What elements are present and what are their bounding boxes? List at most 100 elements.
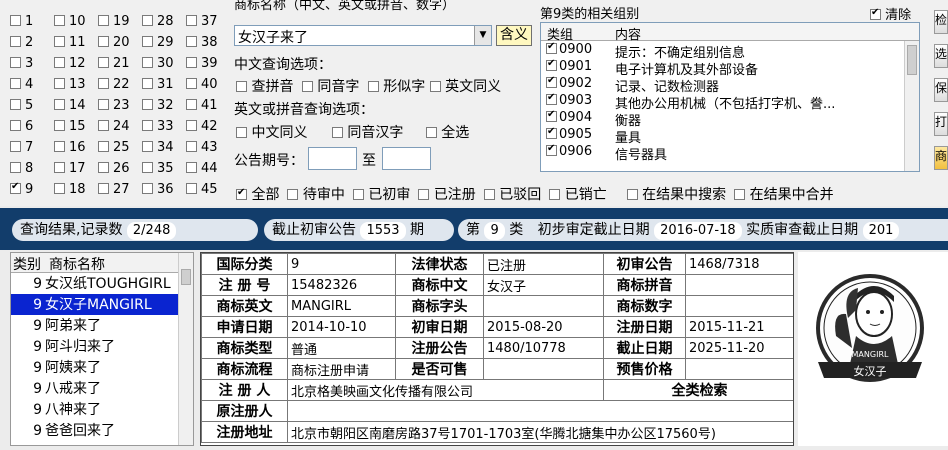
- class-checkbox-23[interactable]: 23: [98, 98, 140, 119]
- issue-from-input[interactable]: [308, 147, 357, 170]
- checkbox[interactable]: [546, 109, 557, 122]
- class-checkbox-40[interactable]: 40: [186, 77, 228, 98]
- checkbox[interactable]: [10, 36, 21, 47]
- class-checkbox-31[interactable]: 31: [142, 77, 184, 98]
- side-button-4[interactable]: 打: [934, 112, 948, 136]
- checkbox[interactable]: [54, 36, 65, 47]
- group-row[interactable]: 0902记录、记数检测器: [541, 75, 719, 95]
- class-checkbox-37[interactable]: 37: [186, 14, 228, 35]
- checkbox[interactable]: [287, 188, 299, 200]
- checkbox[interactable]: [186, 120, 197, 131]
- list-item[interactable]: 9 女汉纸TOUGHGIRL: [11, 273, 179, 294]
- class-checkbox-3[interactable]: 3: [10, 56, 52, 77]
- group-row[interactable]: 0901电子计算机及其外部设备: [541, 58, 758, 78]
- checkbox[interactable]: [142, 99, 153, 110]
- checkbox[interactable]: [10, 141, 21, 152]
- side-button-2[interactable]: 选: [934, 44, 948, 68]
- class-checkbox-5[interactable]: 5: [10, 98, 52, 119]
- list-item[interactable]: 9 女汉子MANGIRL: [11, 294, 179, 315]
- checkbox[interactable]: [352, 188, 364, 200]
- checkbox[interactable]: [546, 143, 557, 156]
- class-checkbox-45[interactable]: 45: [186, 182, 228, 203]
- class-checkbox-13[interactable]: 13: [54, 77, 96, 98]
- class-checkbox-18[interactable]: 18: [54, 182, 96, 203]
- class-checkbox-25[interactable]: 25: [98, 140, 140, 161]
- checkbox[interactable]: [54, 57, 65, 68]
- class-checkbox-11[interactable]: 11: [54, 35, 96, 56]
- status-filter[interactable]: 已驳回: [483, 187, 541, 203]
- class-checkbox-36[interactable]: 36: [142, 182, 184, 203]
- status-filter[interactable]: 已销亡: [549, 187, 607, 203]
- class-checkbox-39[interactable]: 39: [186, 56, 228, 77]
- checkbox[interactable]: [54, 120, 65, 131]
- class-checkbox-35[interactable]: 35: [142, 161, 184, 182]
- class-checkbox-44[interactable]: 44: [186, 161, 228, 182]
- class-checkbox-43[interactable]: 43: [186, 140, 228, 161]
- checkbox[interactable]: [186, 183, 197, 194]
- class-checkbox-26[interactable]: 26: [98, 161, 140, 182]
- result-scrollbar[interactable]: [178, 253, 193, 445]
- class-checkbox-4[interactable]: 4: [10, 77, 52, 98]
- checkbox[interactable]: [418, 188, 430, 200]
- checkbox[interactable]: [236, 187, 247, 200]
- en-option-cn-synonym[interactable]: 中文同义: [236, 125, 307, 141]
- checkbox[interactable]: [549, 188, 561, 200]
- class-checkbox-33[interactable]: 33: [142, 119, 184, 140]
- class-checkbox-38[interactable]: 38: [186, 35, 228, 56]
- checkbox[interactable]: [186, 78, 197, 89]
- class-checkbox-22[interactable]: 22: [98, 77, 140, 98]
- checkbox[interactable]: [142, 15, 153, 26]
- checkbox[interactable]: [142, 78, 153, 89]
- group-row[interactable]: 0904衡器: [541, 109, 641, 129]
- group-row[interactable]: 0900提示：不确定组别信息: [541, 41, 745, 61]
- list-item[interactable]: 9 阿姨来了: [11, 357, 179, 378]
- checkbox[interactable]: [483, 188, 495, 200]
- checkbox[interactable]: [546, 126, 557, 139]
- checkbox[interactable]: [54, 99, 65, 110]
- status-filter[interactable]: 已注册: [418, 187, 476, 203]
- group-row[interactable]: 0906 信号器具: [541, 143, 667, 163]
- checkbox[interactable]: [98, 57, 109, 68]
- list-item[interactable]: 9 八戒来了: [11, 378, 179, 399]
- issue-to-input[interactable]: [382, 147, 431, 170]
- checkbox[interactable]: [186, 141, 197, 152]
- class-checkbox-16[interactable]: 16: [54, 140, 96, 161]
- checkbox[interactable]: [10, 181, 21, 194]
- checkbox[interactable]: [186, 15, 197, 26]
- scroll-thumb[interactable]: [907, 45, 917, 75]
- status-filter[interactable]: 全部: [236, 187, 279, 203]
- all-class-search-link[interactable]: 全类检索: [603, 379, 793, 401]
- checkbox[interactable]: [142, 162, 153, 173]
- checkbox[interactable]: [10, 120, 21, 131]
- class-checkbox-32[interactable]: 32: [142, 98, 184, 119]
- checkbox[interactable]: [10, 57, 21, 68]
- class-checkbox-14[interactable]: 14: [54, 98, 96, 119]
- class-checkbox-24[interactable]: 24: [98, 119, 140, 140]
- en-option-homophone[interactable]: 同音汉字: [331, 125, 403, 141]
- class-checkbox-1[interactable]: 1: [10, 14, 52, 35]
- checkbox[interactable]: [98, 162, 109, 173]
- checkbox[interactable]: [10, 162, 21, 173]
- checkbox[interactable]: [186, 36, 197, 47]
- checkbox[interactable]: [142, 120, 153, 131]
- class-checkbox-17[interactable]: 17: [54, 161, 96, 182]
- en-option-select-all[interactable]: 全选: [425, 125, 469, 141]
- class-checkbox-21[interactable]: 21: [98, 56, 140, 77]
- side-button-3[interactable]: 保: [934, 78, 948, 102]
- class-checkbox-12[interactable]: 12: [54, 56, 96, 77]
- group-scrollbar[interactable]: [904, 41, 919, 171]
- list-item[interactable]: 9 阿斗归来了: [11, 336, 179, 357]
- checkbox[interactable]: [54, 162, 65, 173]
- group-row[interactable]: 0905量具: [541, 126, 641, 146]
- list-item[interactable]: 9 八神来了: [11, 399, 179, 420]
- status-filter[interactable]: 在结果中搜索: [626, 187, 726, 203]
- cn-option-similar[interactable]: 形似字: [367, 79, 425, 95]
- checkbox[interactable]: [98, 15, 109, 26]
- checkbox[interactable]: [98, 36, 109, 47]
- checkbox[interactable]: [142, 36, 153, 47]
- class-checkbox-42[interactable]: 42: [186, 119, 228, 140]
- clear-groups-toggle[interactable]: 清除: [870, 4, 911, 23]
- list-item[interactable]: 9 爸爸回来了: [11, 420, 179, 441]
- checkbox[interactable]: [54, 183, 65, 194]
- checkbox[interactable]: [10, 99, 21, 110]
